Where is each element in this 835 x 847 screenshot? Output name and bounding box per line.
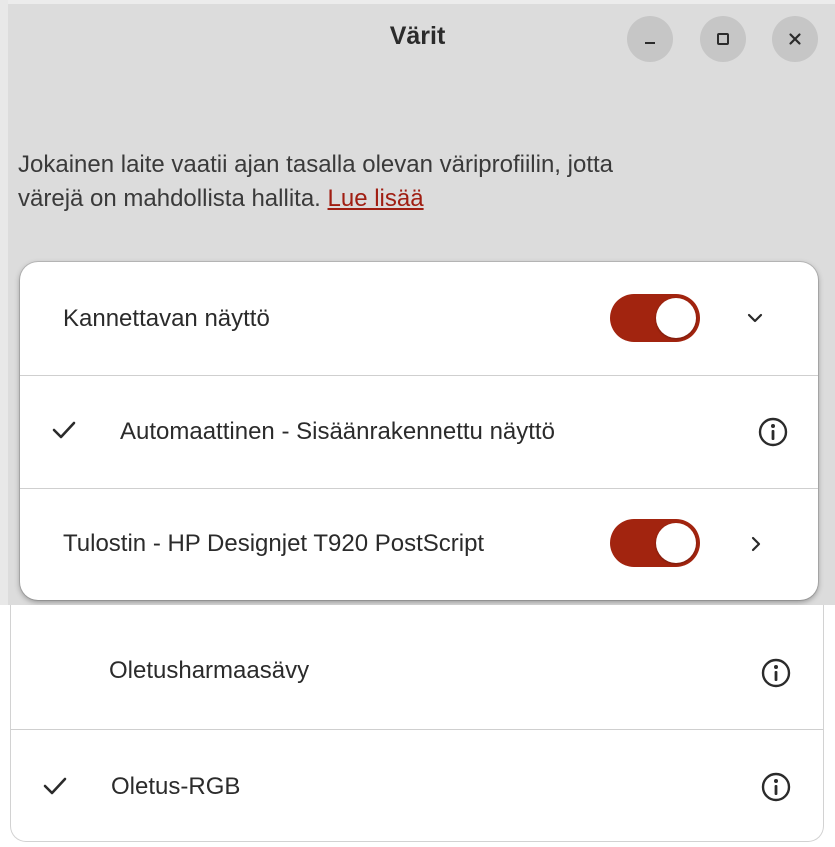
close-button[interactable] — [772, 16, 818, 62]
checkmark-icon — [43, 777, 67, 795]
printer-profile-list: Oletusharmaasävy Oletus-RGB — [10, 605, 824, 842]
description-line-1: Jokainen laite vaatii ajan tasalla oleva… — [18, 151, 614, 178]
minimize-icon — [645, 42, 655, 44]
device-row-printer[interactable]: Tulostin - HP Designjet T920 PostScript — [20, 489, 818, 600]
profile-row-default-rgb[interactable]: Oletus-RGB — [11, 729, 823, 847]
description-text: Jokainen laite vaatii ajan tasalla oleva… — [18, 148, 818, 216]
profile-label: Oletusharmaasävy — [109, 657, 310, 684]
learn-more-link[interactable]: Lue lisää — [328, 185, 424, 212]
device-toggle-printer[interactable] — [610, 519, 700, 567]
close-icon — [789, 33, 801, 45]
info-icon[interactable] — [760, 771, 792, 803]
toggle-knob — [656, 298, 696, 338]
profile-label: Oletus-RGB — [111, 773, 241, 800]
device-label: Kannettavan näyttö — [63, 305, 270, 332]
window-top-edge — [0, 0, 835, 4]
description-line-2: värejä on mahdollista hallita. Lue lisää — [18, 182, 818, 216]
device-row-laptop-display[interactable]: Kannettavan näyttö — [20, 262, 818, 374]
maximize-icon — [717, 33, 729, 45]
info-icon[interactable] — [757, 416, 789, 448]
maximize-button[interactable] — [700, 16, 746, 62]
profile-row-automatic[interactable]: Automaattinen - Sisäänrakennettu näyttö — [20, 376, 818, 488]
profile-row-default-grayscale[interactable]: Oletusharmaasävy — [11, 605, 823, 723]
info-icon[interactable] — [760, 657, 792, 689]
minimize-button[interactable] — [627, 16, 673, 62]
profile-label: Automaattinen - Sisäänrakennettu näyttö — [120, 418, 555, 445]
device-toggle-laptop-display[interactable] — [610, 294, 700, 342]
toggle-knob — [656, 523, 696, 563]
device-list: Kannettavan näyttö Automaattinen - Sisää… — [20, 262, 818, 600]
window-left-edge — [0, 0, 8, 605]
device-label: Tulostin - HP Designjet T920 PostScript — [63, 530, 485, 557]
checkmark-icon — [52, 421, 76, 439]
chevron-down-icon[interactable] — [744, 308, 766, 328]
description-line-2-text: värejä on mahdollista hallita. — [18, 185, 321, 212]
chevron-right-icon[interactable] — [746, 533, 766, 555]
